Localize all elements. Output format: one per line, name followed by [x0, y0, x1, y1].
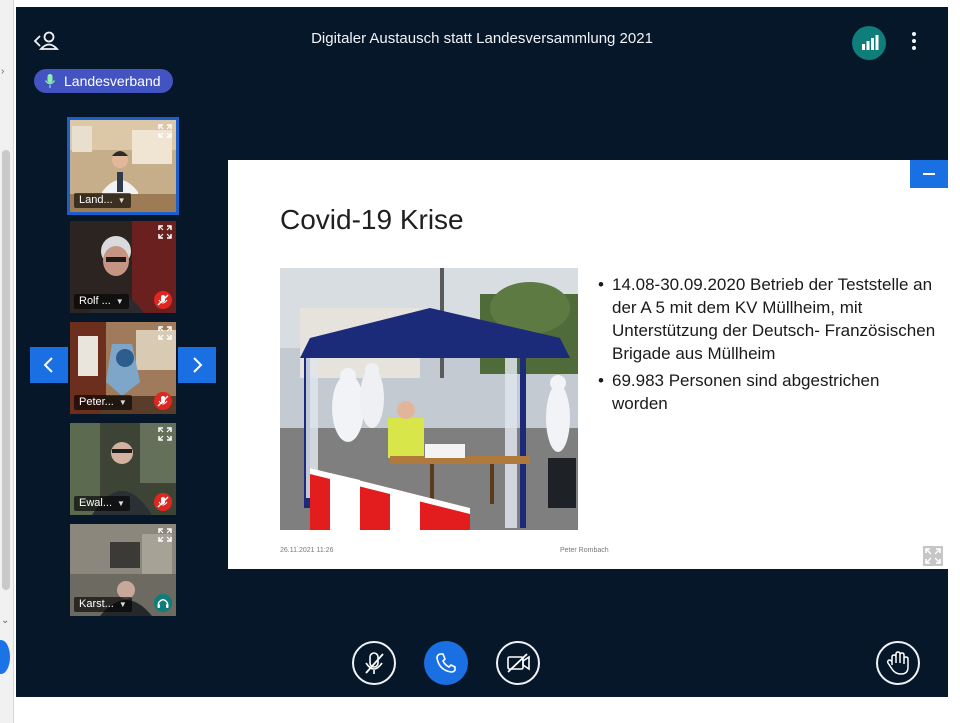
leave-audio-button[interactable] — [424, 641, 468, 685]
raise-hand-button[interactable] — [876, 641, 920, 685]
bottom-controls — [16, 627, 948, 697]
talking-indicator[interactable]: Landesverband — [34, 69, 173, 93]
expand-icon[interactable] — [158, 326, 172, 340]
scrollbar-thumb[interactable] — [2, 150, 10, 590]
caret-down-icon: ▼ — [118, 398, 127, 407]
webcam-prev-button[interactable] — [30, 347, 68, 383]
microphone-off-icon — [154, 493, 172, 511]
slide-photo — [280, 268, 578, 530]
meeting-app: Digitaler Austausch statt Landesversamml… — [16, 7, 948, 697]
hand-icon — [886, 651, 909, 675]
signal-bars-icon — [862, 35, 879, 50]
slide-bullet-list: 14.08-30.09.2020 Betrieb der Teststelle … — [596, 273, 936, 419]
webcam-tile[interactable]: Karst... ▼ — [70, 524, 176, 616]
meeting-title: Digitaler Austausch statt Landesversamml… — [311, 30, 653, 47]
webcam-next-button[interactable] — [178, 347, 216, 383]
expand-icon[interactable] — [158, 124, 172, 138]
headphones-icon — [154, 594, 172, 612]
phone-icon — [436, 653, 456, 673]
caret-down-icon: ▼ — [115, 297, 124, 306]
caret-down-icon: ▼ — [117, 499, 125, 508]
microphone-off-icon — [365, 652, 384, 674]
chevron-down-icon[interactable]: ⌄ — [1, 615, 9, 626]
expand-icon[interactable] — [158, 528, 172, 542]
webcam-tile[interactable]: Rolf ... ▼ — [70, 221, 176, 313]
webcam-name-label[interactable]: Rolf ... ▼ — [74, 294, 129, 309]
floating-action-button[interactable] — [0, 640, 10, 674]
camera-off-icon — [507, 653, 530, 673]
top-bar: Digitaler Austausch statt Landesversamml… — [16, 7, 948, 67]
webcam-tile[interactable]: Peter... ▼ — [70, 322, 176, 414]
microphone-off-icon — [154, 291, 172, 309]
left-browser-strip: › ⌄ — [0, 0, 14, 723]
webcam-name-label[interactable]: Ewal... ▼ — [74, 496, 130, 511]
connection-status-button[interactable] — [852, 26, 886, 60]
slide-bullet: 14.08-30.09.2020 Betrieb der Teststelle … — [596, 273, 936, 365]
expand-icon[interactable] — [158, 427, 172, 441]
test-station-photo — [280, 268, 578, 530]
slide-bullet: 69.983 Personen sind abgestrichen worden — [596, 369, 936, 415]
video-button[interactable] — [496, 641, 540, 685]
fullscreen-icon — [925, 548, 941, 564]
webcam-name-label[interactable]: Peter... ▼ — [74, 395, 132, 410]
chevron-right-icon[interactable]: › — [1, 66, 4, 77]
expand-icon[interactable] — [158, 225, 172, 239]
webcam-tile[interactable]: Land... ▼ — [67, 117, 179, 215]
microphone-icon — [45, 74, 55, 88]
chevron-left-icon — [43, 357, 53, 373]
slide-footer-author: Peter Rombach — [560, 547, 609, 554]
talking-indicator-label: Landesverband — [64, 73, 161, 89]
chevron-right-icon — [193, 357, 203, 373]
minimize-presentation-button[interactable] — [910, 160, 948, 188]
minus-icon — [923, 173, 935, 175]
fullscreen-button[interactable] — [923, 546, 943, 566]
slide-title: Covid-19 Krise — [280, 204, 464, 235]
caret-down-icon: ▼ — [117, 196, 126, 205]
mute-button[interactable] — [352, 641, 396, 685]
webcam-name-label[interactable]: Land... ▼ — [74, 193, 131, 208]
webcam-name-label[interactable]: Karst... ▼ — [74, 597, 132, 612]
screenshot-frame: › ⌄ Digitaler Austausch statt Landesvers… — [0, 0, 960, 723]
more-options-button[interactable] — [906, 27, 922, 55]
vertical-dots-icon — [912, 32, 916, 50]
caret-down-icon: ▼ — [118, 600, 127, 609]
microphone-off-icon — [154, 392, 172, 410]
webcam-tile[interactable]: Ewal... ▼ — [70, 423, 176, 515]
presentation-slide: Covid-19 Krise • 14.08-30.09.2020 Betrie… — [228, 160, 948, 569]
slide-footer-date: 26.11.2021 11:26 — [280, 547, 334, 554]
